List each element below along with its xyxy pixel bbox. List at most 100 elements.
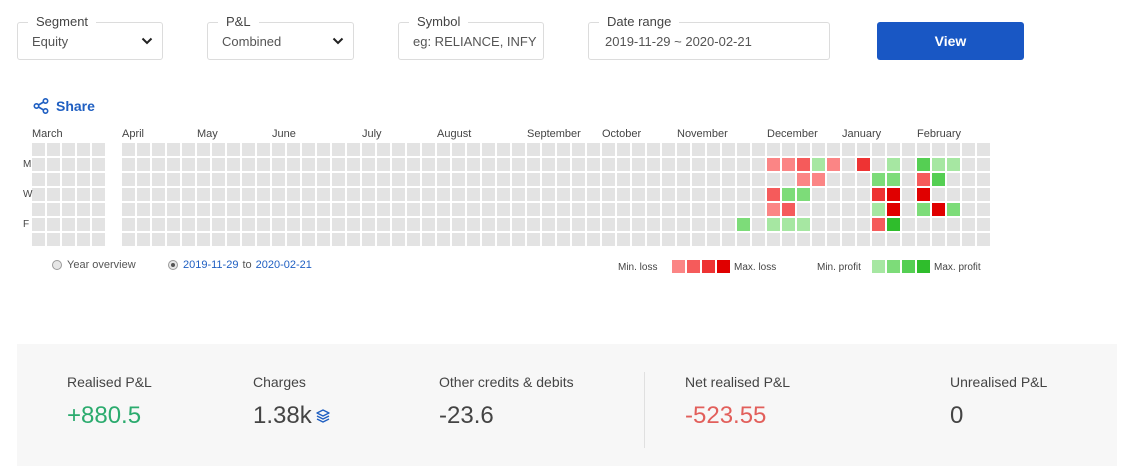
heatmap-day-cell[interactable] bbox=[347, 173, 360, 186]
heatmap-day-cell[interactable] bbox=[407, 233, 420, 246]
heatmap-day-cell[interactable] bbox=[377, 158, 390, 171]
heatmap-day-cell[interactable] bbox=[287, 158, 300, 171]
heatmap-day-cell[interactable] bbox=[287, 218, 300, 231]
view-button[interactable]: View bbox=[877, 22, 1024, 60]
heatmap-day-cell[interactable] bbox=[752, 233, 765, 246]
heatmap-day-cell[interactable] bbox=[947, 188, 960, 201]
heatmap-day-cell[interactable] bbox=[302, 188, 315, 201]
heatmap-day-cell[interactable] bbox=[422, 143, 435, 156]
heatmap-day-cell[interactable] bbox=[932, 203, 945, 216]
heatmap-day-cell[interactable] bbox=[512, 143, 525, 156]
heatmap-day-cell[interactable] bbox=[587, 158, 600, 171]
heatmap-day-cell[interactable] bbox=[887, 203, 900, 216]
heatmap-day-cell[interactable] bbox=[557, 218, 570, 231]
heatmap-day-cell[interactable] bbox=[347, 158, 360, 171]
heatmap-day-cell[interactable] bbox=[887, 158, 900, 171]
heatmap-day-cell[interactable] bbox=[467, 173, 480, 186]
heatmap-day-cell[interactable] bbox=[167, 203, 180, 216]
heatmap-day-cell[interactable] bbox=[902, 173, 915, 186]
heatmap-day-cell[interactable] bbox=[182, 188, 195, 201]
heatmap-day-cell[interactable] bbox=[737, 173, 750, 186]
heatmap-day-cell[interactable] bbox=[32, 203, 45, 216]
heatmap-day-cell[interactable] bbox=[347, 143, 360, 156]
heatmap-day-cell[interactable] bbox=[497, 203, 510, 216]
heatmap-day-cell[interactable] bbox=[617, 203, 630, 216]
heatmap-day-cell[interactable] bbox=[362, 203, 375, 216]
heatmap-day-cell[interactable] bbox=[227, 188, 240, 201]
heatmap-day-cell[interactable] bbox=[497, 143, 510, 156]
heatmap-day-cell[interactable] bbox=[212, 233, 225, 246]
heatmap-day-cell[interactable] bbox=[437, 233, 450, 246]
heatmap-day-cell[interactable] bbox=[302, 203, 315, 216]
heatmap-day-cell[interactable] bbox=[32, 188, 45, 201]
heatmap-day-cell[interactable] bbox=[947, 173, 960, 186]
heatmap-day-cell[interactable] bbox=[707, 158, 720, 171]
heatmap-day-cell[interactable] bbox=[392, 203, 405, 216]
charges-value-row[interactable]: 1.38k bbox=[253, 402, 330, 430]
heatmap-day-cell[interactable] bbox=[512, 233, 525, 246]
heatmap-day-cell[interactable] bbox=[572, 173, 585, 186]
heatmap-day-cell[interactable] bbox=[767, 218, 780, 231]
heatmap-day-cell[interactable] bbox=[152, 188, 165, 201]
heatmap-day-cell[interactable] bbox=[332, 143, 345, 156]
heatmap-day-cell[interactable] bbox=[752, 143, 765, 156]
heatmap-day-cell[interactable] bbox=[257, 158, 270, 171]
heatmap-day-cell[interactable] bbox=[587, 143, 600, 156]
heatmap-day-cell[interactable] bbox=[647, 218, 660, 231]
heatmap-day-cell[interactable] bbox=[92, 158, 105, 171]
heatmap-day-cell[interactable] bbox=[377, 203, 390, 216]
heatmap-day-cell[interactable] bbox=[317, 188, 330, 201]
heatmap-day-cell[interactable] bbox=[452, 233, 465, 246]
heatmap-day-cell[interactable] bbox=[257, 218, 270, 231]
heatmap-day-cell[interactable] bbox=[182, 143, 195, 156]
heatmap-day-cell[interactable] bbox=[572, 158, 585, 171]
heatmap-day-cell[interactable] bbox=[572, 203, 585, 216]
heatmap-day-cell[interactable] bbox=[122, 158, 135, 171]
heatmap-day-cell[interactable] bbox=[677, 143, 690, 156]
heatmap-day-cell[interactable] bbox=[227, 218, 240, 231]
heatmap-day-cell[interactable] bbox=[707, 173, 720, 186]
heatmap-day-cell[interactable] bbox=[647, 203, 660, 216]
heatmap-day-cell[interactable] bbox=[662, 233, 675, 246]
heatmap-day-cell[interactable] bbox=[842, 233, 855, 246]
heatmap-day-cell[interactable] bbox=[407, 143, 420, 156]
heatmap-day-cell[interactable] bbox=[722, 158, 735, 171]
heatmap-day-cell[interactable] bbox=[827, 203, 840, 216]
heatmap-day-cell[interactable] bbox=[317, 143, 330, 156]
heatmap-day-cell[interactable] bbox=[767, 233, 780, 246]
heatmap-day-cell[interactable] bbox=[602, 173, 615, 186]
heatmap-day-cell[interactable] bbox=[857, 158, 870, 171]
heatmap-day-cell[interactable] bbox=[827, 188, 840, 201]
heatmap-day-cell[interactable] bbox=[722, 203, 735, 216]
heatmap-day-cell[interactable] bbox=[902, 158, 915, 171]
heatmap-day-cell[interactable] bbox=[377, 218, 390, 231]
heatmap-day-cell[interactable] bbox=[977, 188, 990, 201]
heatmap-day-cell[interactable] bbox=[362, 173, 375, 186]
heatmap-day-cell[interactable] bbox=[857, 188, 870, 201]
heatmap-day-cell[interactable] bbox=[212, 203, 225, 216]
heatmap-day-cell[interactable] bbox=[662, 143, 675, 156]
heatmap-day-cell[interactable] bbox=[797, 218, 810, 231]
heatmap-day-cell[interactable] bbox=[137, 203, 150, 216]
heatmap-day-cell[interactable] bbox=[962, 173, 975, 186]
heatmap-day-cell[interactable] bbox=[857, 233, 870, 246]
heatmap-day-cell[interactable] bbox=[572, 233, 585, 246]
heatmap-day-cell[interactable] bbox=[632, 143, 645, 156]
heatmap-day-cell[interactable] bbox=[602, 233, 615, 246]
heatmap-day-cell[interactable] bbox=[902, 143, 915, 156]
heatmap-day-cell[interactable] bbox=[962, 218, 975, 231]
heatmap-day-cell[interactable] bbox=[857, 143, 870, 156]
heatmap-day-cell[interactable] bbox=[692, 203, 705, 216]
heatmap-day-cell[interactable] bbox=[647, 173, 660, 186]
heatmap-day-cell[interactable] bbox=[77, 218, 90, 231]
heatmap-day-cell[interactable] bbox=[737, 203, 750, 216]
heatmap-day-cell[interactable] bbox=[482, 158, 495, 171]
heatmap-day-cell[interactable] bbox=[782, 173, 795, 186]
heatmap-day-cell[interactable] bbox=[47, 188, 60, 201]
heatmap-day-cell[interactable] bbox=[272, 173, 285, 186]
heatmap-day-cell[interactable] bbox=[662, 173, 675, 186]
heatmap-day-cell[interactable] bbox=[692, 173, 705, 186]
heatmap-day-cell[interactable] bbox=[257, 173, 270, 186]
heatmap-day-cell[interactable] bbox=[602, 188, 615, 201]
heatmap-day-cell[interactable] bbox=[362, 233, 375, 246]
